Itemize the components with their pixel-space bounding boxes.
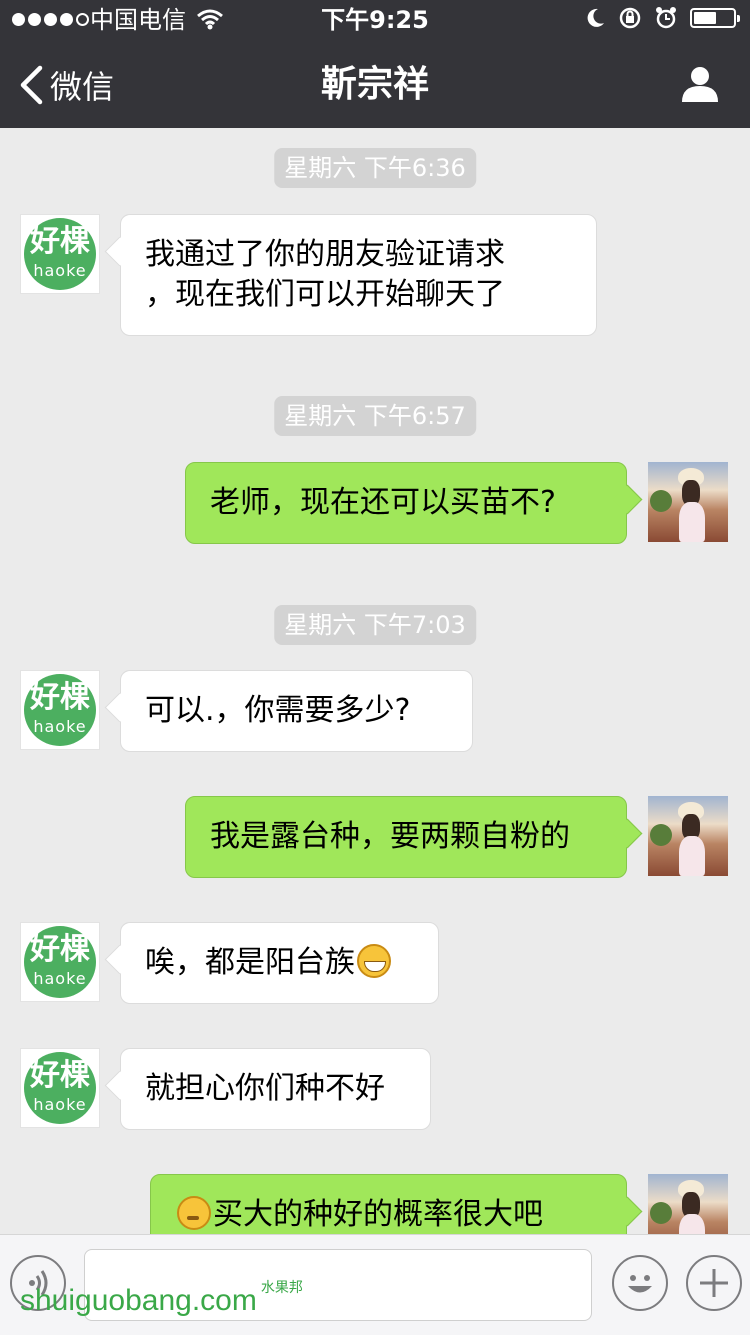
voice-icon bbox=[29, 1270, 48, 1296]
timestamp: 星期六 下午6:57 bbox=[274, 396, 476, 436]
message-text: 老师，现在还可以买苗不? bbox=[210, 485, 556, 520]
profile-icon[interactable] bbox=[680, 64, 720, 104]
message-bubble-received[interactable]: 就担心你们种不好 bbox=[120, 1048, 431, 1130]
message-text: 买大的种好的概率很大吧 bbox=[213, 1197, 543, 1232]
alarm-icon bbox=[656, 7, 676, 29]
thinking-emoji-icon bbox=[177, 1196, 211, 1230]
brand-logo: 好棵 haoke bbox=[24, 218, 96, 290]
moon-icon bbox=[587, 8, 604, 27]
rotation-lock-icon bbox=[619, 7, 641, 29]
brand-logo: 好棵 haoke bbox=[24, 1052, 96, 1124]
avatar[interactable]: 好棵 haoke bbox=[20, 922, 100, 1002]
brand-logo: 好棵 haoke bbox=[24, 674, 96, 746]
avatar[interactable] bbox=[648, 1174, 728, 1234]
message-text-line: ，现在我们可以开始聊天了 bbox=[145, 277, 505, 312]
avatar[interactable] bbox=[648, 462, 728, 542]
message-input[interactable] bbox=[84, 1249, 592, 1321]
timestamp: 星期六 下午7:03 bbox=[274, 605, 476, 645]
message-bubble-sent[interactable]: 老师，现在还可以买苗不? bbox=[185, 462, 627, 544]
input-bar bbox=[0, 1234, 750, 1335]
voice-button[interactable] bbox=[10, 1255, 66, 1311]
message-bubble-received[interactable]: 我通过了你的朋友验证请求 ，现在我们可以开始聊天了 bbox=[120, 214, 597, 336]
message-text: 我是露台种，要两颗自粉的 bbox=[210, 819, 570, 854]
chat-area[interactable]: 星期六 下午6:36 好棵 haoke 我通过了你的朋友验证请求 ，现在我们可以… bbox=[0, 128, 750, 1234]
avatar[interactable] bbox=[648, 796, 728, 876]
status-bar: 中国电信 下午9:25 bbox=[0, 0, 750, 40]
nav-bar: 微信 靳宗祥 bbox=[0, 40, 750, 128]
plus-icon bbox=[700, 1269, 728, 1297]
status-icons bbox=[584, 6, 740, 30]
timestamp: 星期六 下午6:36 bbox=[274, 148, 476, 188]
avatar[interactable]: 好棵 haoke bbox=[20, 1048, 100, 1128]
avatar[interactable]: 好棵 haoke bbox=[20, 214, 100, 294]
more-button[interactable] bbox=[686, 1255, 742, 1311]
smiley-icon bbox=[628, 1275, 652, 1293]
message-bubble-sent[interactable]: 买大的种好的概率很大吧 bbox=[150, 1174, 627, 1234]
page-title: 靳宗祥 bbox=[320, 64, 429, 105]
message-bubble-received[interactable]: 可以.，你需要多少? bbox=[120, 670, 473, 752]
message-bubble-sent[interactable]: 我是露台种，要两颗自粉的 bbox=[185, 796, 627, 878]
top-bar: 中国电信 下午9:25 微信 靳宗祥 bbox=[0, 0, 750, 128]
emoji-button[interactable] bbox=[612, 1255, 668, 1311]
message-text-line: 我通过了你的朋友验证请求 bbox=[145, 237, 505, 272]
brand-logo: 好棵 haoke bbox=[24, 926, 96, 998]
message-text: 可以.，你需要多少? bbox=[145, 693, 411, 728]
grin-emoji-icon bbox=[357, 944, 391, 978]
message-bubble-received[interactable]: 唉，都是阳台族 bbox=[120, 922, 439, 1004]
message-text: 就担心你们种不好 bbox=[145, 1071, 385, 1106]
message-text: 唉，都是阳台族 bbox=[145, 945, 355, 980]
battery-icon bbox=[690, 8, 740, 28]
avatar[interactable]: 好棵 haoke bbox=[20, 670, 100, 750]
